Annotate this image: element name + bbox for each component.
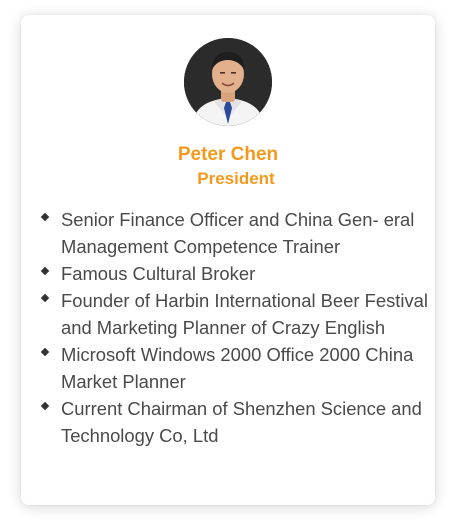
avatar (184, 38, 272, 126)
diamond-bullet-icon (40, 266, 50, 276)
person-photo-icon (184, 38, 272, 126)
bio-item: Founder of Harbin International Beer Fes… (40, 287, 431, 341)
bio-item-text: Famous Cultural Broker (61, 263, 256, 284)
bio-item-text: Current Chairman of Shenzhen Science and… (61, 398, 422, 446)
diamond-bullet-icon (40, 293, 50, 303)
bio-item: Microsoft Windows 2000 Office 2000 China… (40, 341, 431, 395)
bio-item: Famous Cultural Broker (40, 260, 431, 287)
bio-item: Current Chairman of Shenzhen Science and… (40, 395, 431, 449)
person-name: Peter Chen (177, 144, 279, 165)
diamond-bullet-icon (40, 212, 50, 222)
bio-item: Senior Finance Officer and China Gen- er… (40, 206, 431, 260)
diamond-bullet-icon (40, 401, 50, 411)
bio-item-text: Founder of Harbin International Beer Fes… (61, 290, 428, 338)
bio-item-text: Senior Finance Officer and China Gen- er… (61, 209, 415, 257)
bio-item-text: Microsoft Windows 2000 Office 2000 China… (61, 344, 414, 392)
diamond-bullet-icon (40, 347, 50, 357)
person-title: President (197, 169, 275, 188)
bio-list: Senior Finance Officer and China Gen- er… (40, 206, 431, 449)
profile-card: Peter Chen President Senior Finance Offi… (21, 15, 435, 505)
